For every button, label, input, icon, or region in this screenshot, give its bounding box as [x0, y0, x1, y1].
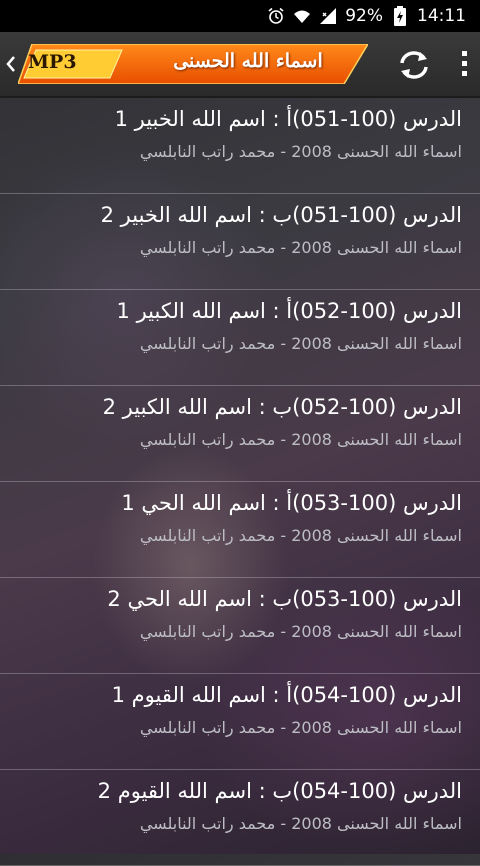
lesson-title: الدرس (100-054)أ : اسم الله القيوم 1	[111, 683, 462, 707]
lesson-title: الدرس (100-052)أ : اسم الله الكبير 1	[116, 299, 462, 323]
list-item[interactable]: الدرس (100-053)أ : اسم الله الحي 1 اسماء…	[0, 482, 480, 578]
title-banner: MP3 اسماء الله الحسنى	[18, 44, 368, 84]
app-bar: MP3 اسماء الله الحسنى	[0, 32, 480, 98]
lesson-subtitle: اسماء الله الحسنى 2008 - محمد راتب الناب…	[139, 238, 462, 257]
list-item[interactable]: الدرس (100-052)ب : اسم الله الكبير 2 اسم…	[0, 386, 480, 482]
mp3-badge: MP3	[28, 51, 77, 73]
lesson-title: الدرس (100-053)أ : اسم الله الحي 1	[121, 491, 462, 515]
lesson-subtitle: اسماء الله الحسنى 2008 - محمد راتب الناب…	[139, 142, 462, 161]
battery-charging-icon	[391, 6, 409, 26]
lesson-title: الدرس (100-054)ب : اسم الله القيوم 2	[97, 779, 462, 803]
lesson-subtitle: اسماء الله الحسنى 2008 - محمد راتب الناب…	[139, 526, 462, 545]
lesson-title: الدرس (100-053)ب : اسم الله الحي 2	[107, 587, 462, 611]
lesson-title: الدرس (100-051)ب : اسم الله الخبير 2	[100, 203, 462, 227]
wifi-icon	[293, 7, 311, 25]
list-item[interactable]: الدرس (100-054)أ : اسم الله القيوم 1 اسم…	[0, 674, 480, 770]
list-item[interactable]: الدرس (100-051)ب : اسم الله الخبير 2 اسم…	[0, 194, 480, 290]
alarm-icon	[267, 7, 285, 25]
lesson-subtitle: اسماء الله الحسنى 2008 - محمد راتب الناب…	[139, 622, 462, 641]
lesson-title: الدرس (100-051)أ : اسم الله الخبير 1	[114, 107, 462, 131]
list-item[interactable]: الدرس (100-053)ب : اسم الله الحي 2 اسماء…	[0, 578, 480, 674]
lesson-subtitle: اسماء الله الحسنى 2008 - محمد راتب الناب…	[139, 814, 462, 833]
app-title: اسماء الله الحسنى	[173, 50, 323, 72]
signal-icon	[319, 7, 337, 25]
list-item[interactable]: الدرس (100-052)أ : اسم الله الكبير 1 اسم…	[0, 290, 480, 386]
lesson-title: الدرس (100-052)ب : اسم الله الكبير 2	[102, 395, 462, 419]
battery-percent: 92%	[345, 6, 383, 26]
list-item[interactable]: الدرس (100-054)ب : اسم الله القيوم 2 اسم…	[0, 770, 480, 866]
status-bar: 92% 14:11	[0, 0, 480, 32]
clock-time: 14:11	[417, 6, 466, 26]
refresh-icon	[400, 51, 428, 79]
overflow-menu-icon[interactable]	[456, 48, 472, 82]
list-item[interactable]: الدرس (100-051)أ : اسم الله الخبير 1 اسم…	[0, 98, 480, 194]
lesson-subtitle: اسماء الله الحسنى 2008 - محمد راتب الناب…	[139, 334, 462, 353]
lesson-subtitle: اسماء الله الحسنى 2008 - محمد راتب الناب…	[139, 718, 462, 737]
refresh-button[interactable]	[396, 48, 432, 82]
lesson-subtitle: اسماء الله الحسنى 2008 - محمد راتب الناب…	[139, 430, 462, 449]
lesson-list: الدرس (100-051)أ : اسم الله الخبير 1 اسم…	[0, 98, 480, 866]
